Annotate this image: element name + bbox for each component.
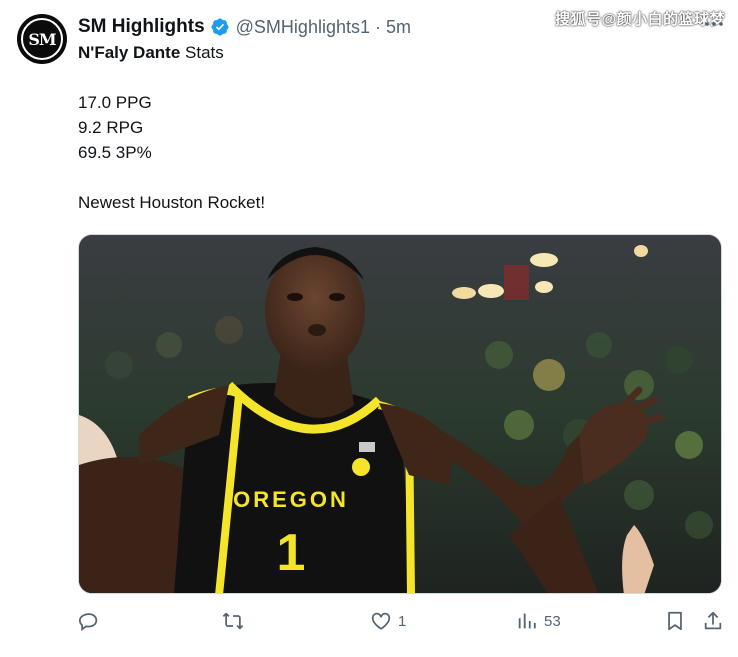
watermark: 搜狐号@颜小白的篮球梦 (555, 11, 726, 28)
separator-dot: · (374, 16, 381, 37)
title-rest: Stats (180, 43, 224, 62)
tweet-media-photo[interactable]: OREGON 1 (78, 234, 722, 594)
avatar-logo: SM (21, 18, 63, 60)
display-name[interactable]: SM Highlights (78, 16, 205, 38)
retweet-icon (222, 612, 244, 630)
views-button[interactable]: 53 (516, 610, 561, 632)
tweet-actions: 1 53 (0, 610, 738, 640)
like-count: 1 (398, 612, 407, 630)
tweet-title-line: N'Faly Dante Stats (78, 42, 224, 64)
more-icon[interactable] (704, 17, 724, 32)
avatar[interactable]: SM (17, 14, 67, 64)
views-count: 53 (544, 612, 561, 630)
user-handle[interactable]: @SMHighlights1 (236, 17, 370, 38)
reply-button[interactable] (78, 610, 106, 632)
jersey-number: 1 (277, 524, 306, 582)
tweet-closing-line: Newest Houston Rocket! (78, 193, 266, 212)
stat-ppg: 17.0 PPG (78, 93, 152, 112)
retweet-button[interactable] (222, 610, 250, 632)
player-name: N'Faly Dante (78, 43, 181, 62)
jersey-text: OREGON (233, 487, 349, 512)
tweet-header: SM Highlights @SMHighlights1 · 5m (78, 15, 411, 39)
bookmark-button[interactable] (664, 610, 686, 632)
bookmark-icon (668, 611, 682, 631)
reply-icon (78, 613, 98, 631)
basketball-photo: OREGON 1 (79, 235, 721, 593)
share-button[interactable] (702, 610, 724, 632)
verified-badge-icon[interactable] (210, 17, 230, 37)
tweet: SM SM Highlights @SMHighlights1 · 5m 搜狐号… (0, 0, 738, 657)
like-icon (371, 612, 391, 630)
stat-3p: 69.5 3P% (78, 143, 152, 162)
timestamp[interactable]: 5m (386, 17, 411, 38)
stat-rpg: 9.2 RPG (78, 118, 144, 137)
share-icon (704, 611, 722, 630)
like-button[interactable]: 1 (370, 610, 406, 632)
views-icon (518, 613, 536, 629)
